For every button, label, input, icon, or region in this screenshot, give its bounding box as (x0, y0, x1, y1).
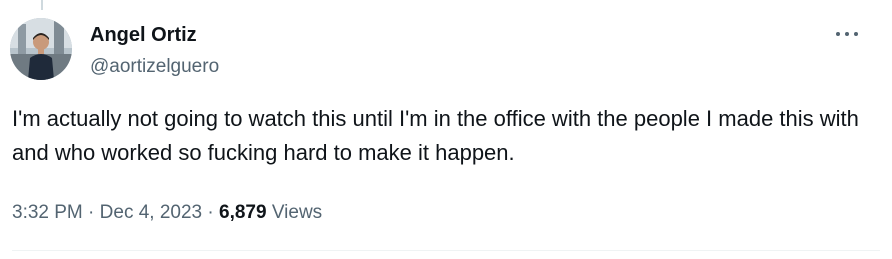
more-options-icon[interactable] (832, 22, 862, 46)
author-name[interactable]: Angel Ortiz (90, 22, 197, 48)
author-handle[interactable]: @aortizelguero (90, 55, 219, 79)
thread-connector-line (41, 0, 43, 10)
avatar[interactable] (10, 18, 72, 80)
views-label: Views (271, 202, 323, 223)
tweet-metadata: 3:32 PM · Dec 4, 2023 · 6,879 Views (12, 200, 322, 226)
profile-photo-icon (10, 18, 72, 80)
divider (12, 250, 880, 251)
meta-separator: · (207, 202, 214, 223)
tweet-time[interactable]: 3:32 PM (12, 202, 83, 223)
meta-separator: · (88, 202, 95, 223)
views-count: 6,879 (219, 202, 267, 223)
tweet-date[interactable]: Dec 4, 2023 (100, 202, 202, 223)
tweet-text: I'm actually not going to watch this unt… (12, 106, 866, 165)
